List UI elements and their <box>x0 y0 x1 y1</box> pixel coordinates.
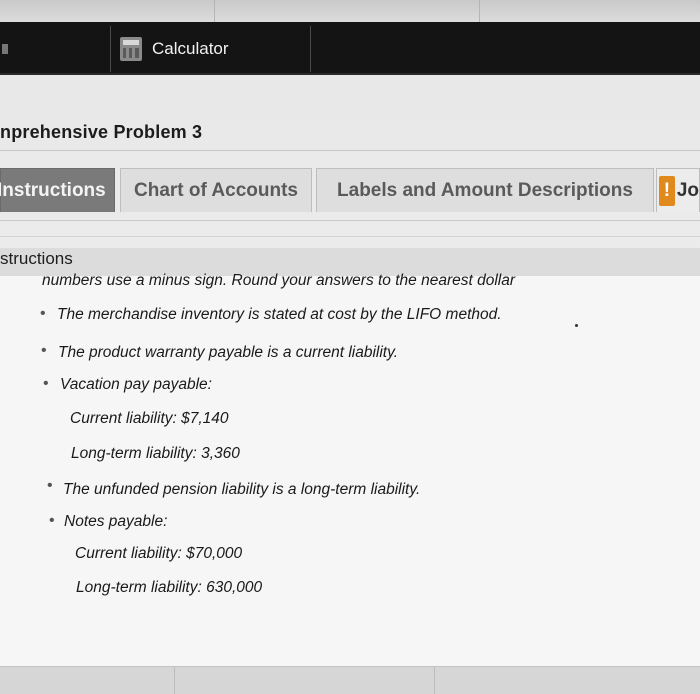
tab-labels-and-amount-descriptions[interactable]: Labels and Amount Descriptions <box>316 168 654 212</box>
bottom-bar <box>0 666 700 694</box>
warning-icon: ! <box>659 175 675 206</box>
list-item: The merchandise inventory is stated at c… <box>57 306 502 323</box>
tab-label: Instructions <box>0 179 106 201</box>
tabs-divider <box>0 236 700 237</box>
tab-instructions[interactable]: Instructions <box>0 168 115 212</box>
list-subitem: Long-term liability: 630,000 <box>76 579 263 596</box>
tab-label: Labels and Amount Descriptions <box>337 179 633 201</box>
tab-chart-of-accounts[interactable]: Chart of Accounts <box>120 168 312 212</box>
bullet-icon: • <box>41 342 47 359</box>
top-strip-segment <box>215 0 480 22</box>
list-item: The unfunded pension liability is a long… <box>63 481 421 498</box>
calculator-label: Calculator <box>152 38 229 58</box>
calculator-icon <box>120 36 142 61</box>
bottom-bar-segment <box>175 667 435 694</box>
instructions-panel: structions numbers use a minus sign. Rou… <box>0 248 700 694</box>
bottom-bar-segment <box>0 667 175 694</box>
browser-top-strip <box>0 0 700 22</box>
list-item: Vacation pay payable: <box>60 376 212 393</box>
bullet-icon: • <box>43 375 49 392</box>
calculator-button[interactable]: Calculator <box>112 22 310 75</box>
list-item: Notes payable: <box>64 513 168 530</box>
tab-bar: Instructions Chart of Accounts Labels an… <box>0 168 700 212</box>
tabs-divider <box>0 220 700 221</box>
list-subitem: Current liability: $7,140 <box>70 410 229 427</box>
stray-dot <box>575 324 578 327</box>
top-toolbar: Calculator <box>0 22 700 75</box>
back-arrow-icon[interactable] <box>2 44 8 54</box>
tab-journal[interactable]: ! Jo <box>656 168 700 212</box>
list-item: The product warranty payable is a curren… <box>58 344 399 361</box>
bullet-icon: • <box>49 512 55 529</box>
top-strip-segment <box>0 0 215 22</box>
toolbar-divider <box>110 26 111 72</box>
tab-label: Jo <box>676 179 699 201</box>
title-divider <box>0 150 700 151</box>
tab-label: Chart of Accounts <box>134 179 298 201</box>
list-subitem: Long-term liability: 3,360 <box>71 445 240 462</box>
toolbar-divider <box>310 26 311 72</box>
intro-text: numbers use a minus sign. Round your ans… <box>42 272 515 289</box>
bullet-icon: • <box>40 305 46 322</box>
page-title: nprehensive Problem 3 <box>0 122 203 142</box>
bullet-icon: • <box>47 477 53 494</box>
list-subitem: Current liability: $70,000 <box>75 545 243 562</box>
